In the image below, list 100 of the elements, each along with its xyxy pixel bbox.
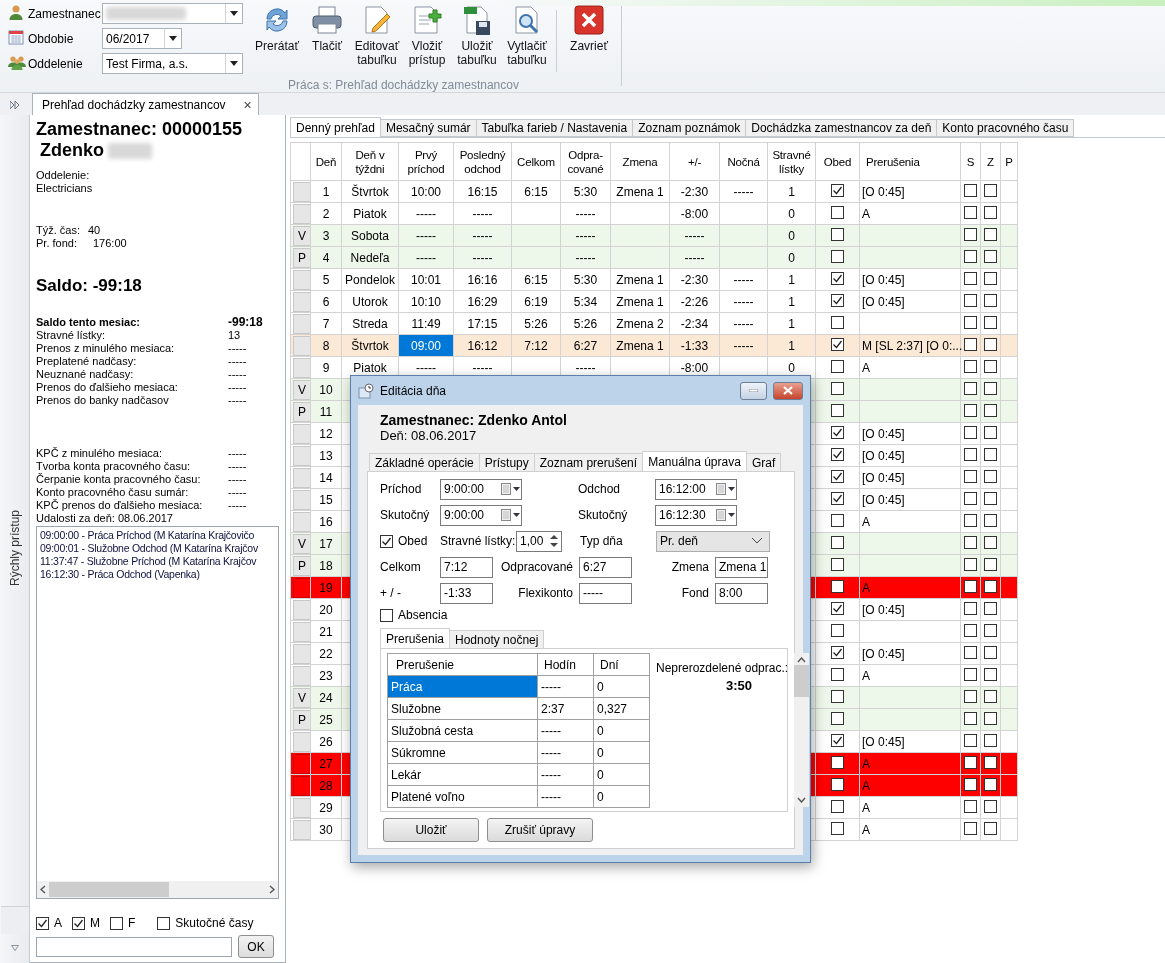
row-header[interactable]: V	[293, 533, 311, 554]
row-header[interactable]: V	[293, 225, 311, 246]
minimize-button[interactable]	[740, 381, 767, 400]
checkbox[interactable]	[964, 293, 977, 307]
checkbox[interactable]	[984, 227, 997, 241]
table-cell[interactable]: Práca	[387, 675, 538, 698]
tab[interactable]: Mesačný sumár	[379, 119, 477, 137]
checkbox[interactable]	[964, 645, 977, 659]
checkbox[interactable]	[964, 469, 977, 483]
checkbox[interactable]	[964, 425, 977, 439]
quick-access-label[interactable]: Rýchly prístup	[7, 510, 22, 587]
event-item[interactable]: 09:00:00 - Práca Príchod (M Katarína Krajčovičo	[40, 528, 275, 542]
checkbox[interactable]	[831, 448, 844, 461]
checkbox[interactable]	[964, 601, 977, 615]
checkbox[interactable]	[831, 470, 844, 483]
dropdown[interactable]: Test Firma, a.s.	[102, 53, 243, 74]
calendar-dropdown-icon[interactable]	[501, 483, 521, 495]
tab[interactable]: Graf	[745, 453, 782, 471]
close-icon[interactable]: ×	[243, 96, 252, 113]
toolbar-button[interactable]: Vytlačiť tabuľku	[502, 2, 552, 67]
checkbox[interactable]	[831, 821, 844, 835]
toolbar-button[interactable]: Prerátať	[252, 2, 302, 53]
checkbox[interactable]	[72, 916, 85, 930]
checkbox[interactable]	[831, 557, 844, 571]
checkbox[interactable]	[831, 667, 844, 681]
checkbox[interactable]	[984, 315, 997, 329]
row-header[interactable]: P	[293, 709, 311, 730]
checkbox[interactable]	[964, 491, 977, 505]
checkbox[interactable]	[831, 513, 844, 527]
checkbox[interactable]	[831, 249, 844, 263]
checkbox[interactable]	[984, 425, 997, 439]
row-header[interactable]: P	[293, 247, 311, 268]
scroll-down-icon[interactable]	[797, 797, 807, 803]
checkbox[interactable]	[984, 733, 997, 747]
dialog-button[interactable]: Zrušiť úpravy	[487, 818, 593, 842]
checkbox[interactable]	[984, 667, 997, 681]
checkbox[interactable]	[831, 227, 844, 241]
spin-arrows-icon[interactable]	[550, 534, 558, 548]
input-field[interactable]: -----	[579, 582, 632, 604]
checkbox[interactable]	[964, 205, 977, 219]
checkbox[interactable]	[831, 381, 844, 395]
checkbox[interactable]	[984, 293, 997, 307]
table-cell[interactable]: Služobne	[387, 697, 538, 720]
checkbox[interactable]	[964, 513, 977, 527]
checkbox[interactable]	[831, 799, 844, 813]
checkbox[interactable]	[831, 755, 844, 769]
table-cell[interactable]: 10:10	[398, 290, 454, 313]
checkbox[interactable]	[984, 183, 997, 197]
checkbox[interactable]	[984, 601, 997, 615]
checkbox[interactable]	[964, 337, 977, 351]
checkbox[interactable]	[984, 821, 997, 835]
checkbox[interactable]	[964, 733, 977, 747]
table-cell[interactable]: -----	[398, 202, 454, 225]
checkbox[interactable]	[964, 183, 977, 197]
checkbox[interactable]	[831, 184, 844, 197]
toolbar-button[interactable]: Uložiť tabuľku	[452, 2, 502, 67]
tab[interactable]: Denný prehľad	[290, 117, 381, 137]
checkbox[interactable]	[964, 623, 977, 637]
checkbox[interactable]	[984, 755, 997, 769]
checkbox[interactable]	[984, 799, 997, 813]
checkbox[interactable]	[964, 227, 977, 241]
document-tab[interactable]: Prehľad dochádzky zamestnancov ×	[32, 93, 259, 115]
checkbox[interactable]	[831, 492, 844, 505]
toolbar-button[interactable]: Tlačiť	[302, 2, 352, 53]
checkbox[interactable]	[964, 689, 977, 703]
checkbox[interactable]	[36, 916, 49, 930]
input-field[interactable]: 16:12:30	[655, 504, 737, 526]
event-item[interactable]: 09:00:01 - Služobne Odchod (M Katarína Krajčov	[40, 541, 275, 555]
ok-button[interactable]: OK	[238, 935, 274, 958]
checkbox[interactable]	[984, 711, 997, 725]
calendar-dropdown-icon[interactable]	[716, 509, 736, 521]
checkbox[interactable]	[110, 916, 123, 930]
checkbox[interactable]	[831, 205, 844, 219]
table-cell[interactable]: Súkromne	[387, 741, 538, 764]
scroll-left-icon[interactable]	[40, 885, 46, 895]
checkbox[interactable]	[964, 271, 977, 285]
checkbox[interactable]	[964, 535, 977, 549]
checkbox[interactable]	[964, 381, 977, 395]
table-cell[interactable]: 10:00	[398, 180, 454, 203]
checkbox[interactable]	[984, 469, 997, 483]
scroll-up-icon[interactable]	[797, 657, 807, 663]
checkbox[interactable]	[964, 667, 977, 681]
checkbox[interactable]	[984, 623, 997, 637]
checkbox[interactable]	[831, 315, 844, 329]
input-field[interactable]: 9:00:00	[440, 478, 522, 500]
dropdown[interactable]: Pr. deň	[656, 530, 770, 552]
checkbox[interactable]	[964, 315, 977, 329]
checkbox[interactable]	[984, 777, 997, 791]
input-field[interactable]: -1:33	[440, 582, 493, 604]
checkbox[interactable]	[984, 645, 997, 659]
input-field[interactable]: 6:27	[579, 556, 632, 578]
scroll-thumb[interactable]	[794, 665, 810, 697]
checkbox[interactable]	[984, 249, 997, 263]
scroll-thumb[interactable]	[49, 882, 169, 898]
tab[interactable]: Manuálna úprava	[642, 451, 747, 471]
checkbox[interactable]	[984, 535, 997, 549]
table-cell[interactable]: -----	[398, 246, 454, 269]
tab[interactable]: Prerušenia	[380, 628, 451, 648]
tab[interactable]: Dochádzka zamestnancov za deň	[745, 119, 938, 137]
checkbox[interactable]	[984, 337, 997, 351]
